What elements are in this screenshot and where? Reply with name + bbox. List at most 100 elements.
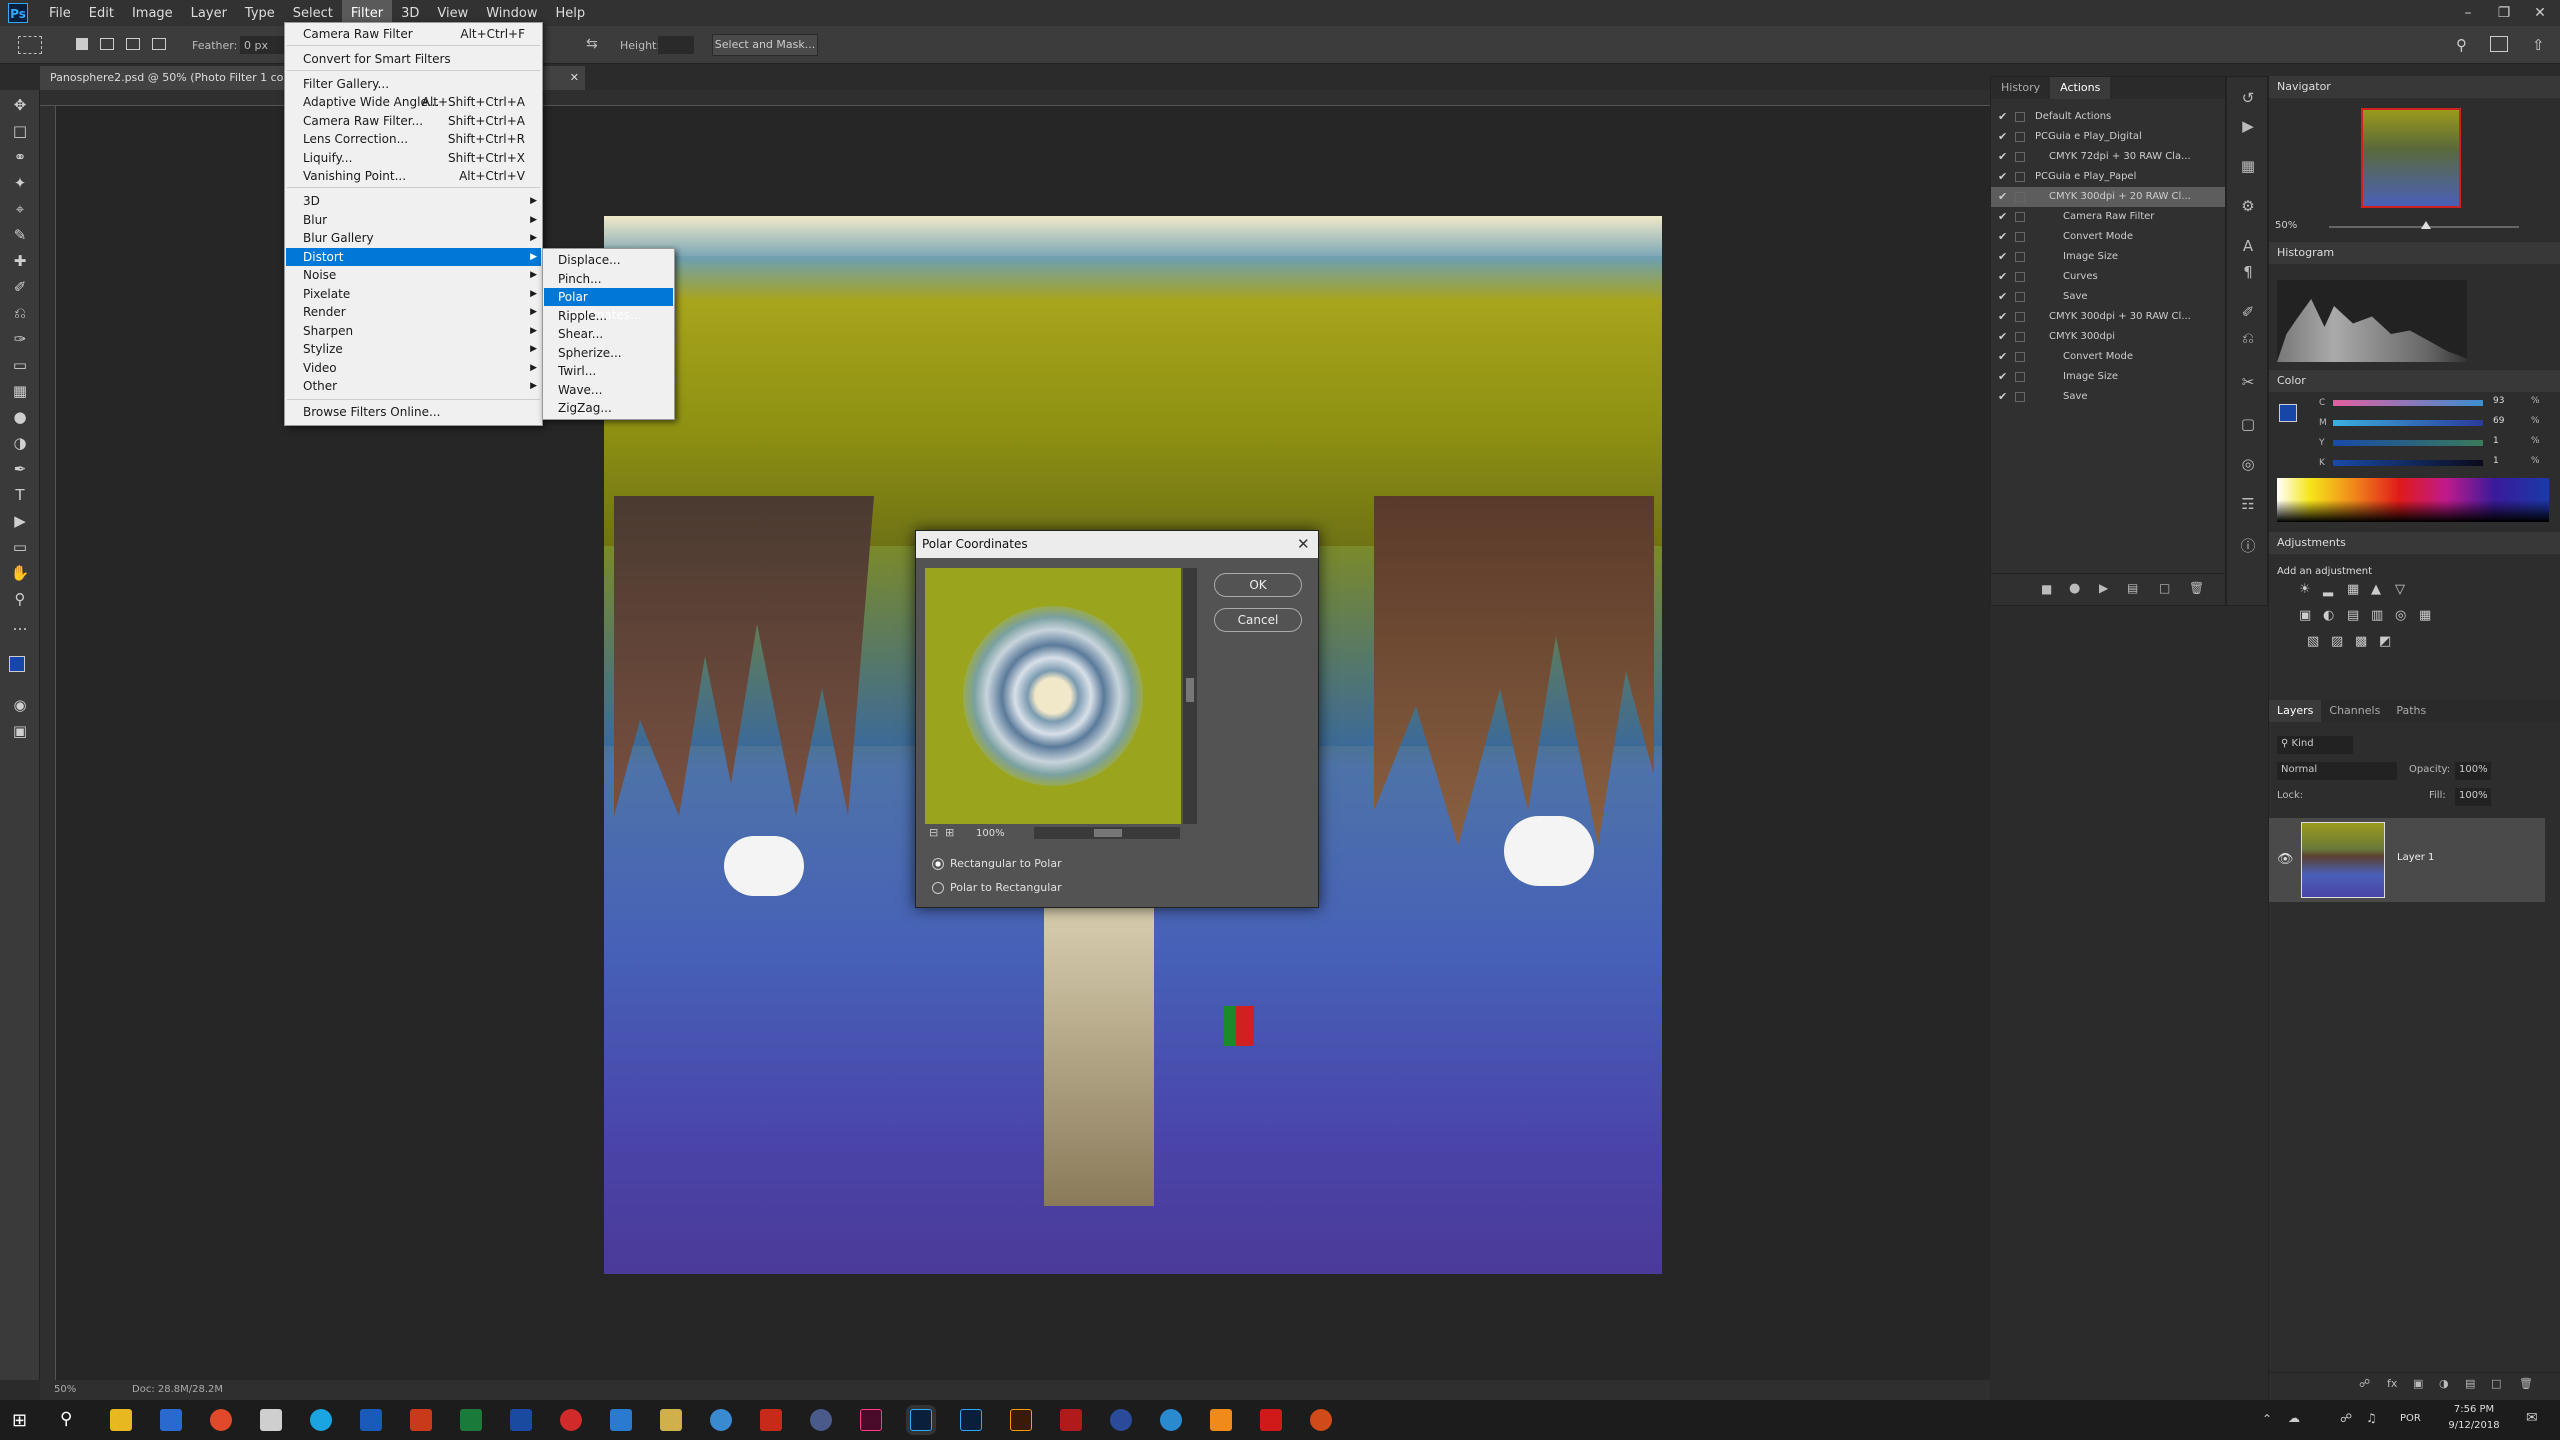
photoshop-logo-icon[interactable]: Ps [8,3,28,23]
close-dialog-icon[interactable]: ✕ [1297,535,1310,553]
onedrive-icon[interactable] [710,1409,732,1431]
tray-cloud-icon[interactable]: ☁ [2288,1411,2300,1425]
crop-tool-icon[interactable]: ⌖ [8,198,32,220]
menu-item-sharpen[interactable]: Sharpen ▶ [286,322,541,340]
dropbox-icon[interactable] [610,1409,632,1431]
foreground-color-swatch[interactable] [9,656,25,672]
app2-icon[interactable] [1110,1409,1132,1431]
share-icon[interactable]: ⇧ [2532,36,2545,54]
action-row[interactable]: ✔ PCGuia e Play_Digital [1991,127,2225,147]
stop-icon[interactable]: ■ [2041,582,2052,596]
new-selection-icon[interactable] [76,38,88,50]
channel-k-value[interactable]: 1 [2493,456,2499,466]
clone-source-icon[interactable]: ⎌ [2237,329,2259,351]
add-selection-icon[interactable] [100,38,114,50]
menu-item-camera-raw-last[interactable]: Camera Raw Filter Alt+Ctrl+F [286,25,541,43]
trash-icon[interactable]: 🗑 [2519,1377,2533,1390]
preview-horizontal-scrollbar[interactable] [1034,827,1180,839]
tab-actions[interactable]: Actions [2050,77,2111,99]
notifications-icon[interactable]: ✉ [2526,1410,2538,1426]
screen-mode-icon[interactable]: ▣ [8,720,32,742]
menu-item-vanishing-point[interactable]: Vanishing Point... Alt+Ctrl+V [286,167,541,185]
adjustment-icon[interactable]: ▦ [2347,582,2359,597]
menu-item-distort[interactable]: Distort ▶ [286,248,541,266]
dialog-toggle-box[interactable] [2015,192,2025,202]
netflix-icon[interactable] [1260,1409,1282,1431]
color-spectrum[interactable] [2277,478,2549,522]
dialog-toggle-box[interactable] [2015,352,2025,362]
menu-edit[interactable]: Edit [80,0,123,26]
menu-item-liquify[interactable]: Liquify... Shift+Ctrl+X [286,149,541,167]
select-and-mask-button[interactable]: Select and Mask... [712,34,818,56]
healing-brush-icon[interactable]: ✚ [8,250,32,272]
menu-item-render[interactable]: Render ▶ [286,303,541,321]
menu-item-convert-smart[interactable]: Convert for Smart Filters [286,50,541,68]
slider-thumb[interactable] [2421,221,2431,229]
actions-panel-icon[interactable]: ▶ [2237,117,2259,139]
excel-icon[interactable] [460,1409,482,1431]
menu-layer[interactable]: Layer [182,0,236,26]
tray-date[interactable]: 9/12/2018 [2444,1420,2504,1431]
adjustment-icon[interactable]: ☀ [2299,582,2311,597]
history-panel-icon[interactable]: ↺ [2237,89,2259,111]
channel-y-value[interactable]: 1 [2493,436,2499,446]
tab-history[interactable]: History [1991,77,2050,99]
photoshop-active-icon[interactable] [910,1409,932,1431]
layer-filter-kind[interactable]: ⚲ Kind [2277,736,2353,754]
channel-c-slider[interactable] [2333,400,2483,406]
restore-icon[interactable]: ❐ [2486,0,2522,26]
adjustment-icon[interactable]: ▨ [2331,634,2343,649]
height-input[interactable] [658,36,694,54]
subtract-selection-icon[interactable] [126,38,140,50]
filezilla-icon[interactable] [760,1409,782,1431]
submenu-pinch[interactable]: Pinch... [544,270,673,288]
submenu-shear[interactable]: Shear... [544,325,673,343]
adjustment-layer-icon[interactable]: ◑ [2439,1377,2449,1390]
check-icon[interactable]: ✔ [1998,367,2007,387]
quick-mask-icon[interactable]: ◉ [8,694,32,716]
check-icon[interactable]: ✔ [1998,307,2007,327]
dialog-toggle-box[interactable] [2015,232,2025,242]
adjustment-icon[interactable]: ▧ [2307,634,2319,649]
adjustment-icon[interactable]: ▲ [2371,582,2381,597]
submenu-wave[interactable]: Wave... [544,381,673,399]
dialog-toggle-box[interactable] [2015,112,2025,122]
action-row[interactable]: ✔ Save [1991,387,2225,407]
adjustment-icon[interactable]: ▥ [2371,608,2383,623]
action-row[interactable]: ✔ CMYK 300dpi + 30 RAW Cl... [1991,307,2225,327]
group-icon[interactable]: ▤ [2465,1377,2475,1390]
menu-item-blur[interactable]: Blur ▶ [286,211,541,229]
store-icon[interactable] [160,1409,182,1431]
chrome-icon[interactable] [210,1409,232,1431]
dialog-toggle-box[interactable] [2015,152,2025,162]
learn-icon[interactable]: ◎ [2237,455,2259,477]
action-row[interactable]: ✔ Convert Mode [1991,227,2225,247]
link-layers-icon[interactable]: ☍ [2359,1377,2370,1390]
channel-k-slider[interactable] [2333,460,2483,466]
dialog-toggle-box[interactable] [2015,132,2025,142]
history-brush-icon[interactable]: ✑ [8,328,32,350]
color-fg-swatch[interactable] [2279,404,2297,422]
visibility-eye-icon[interactable]: 👁 [2277,852,2294,867]
mask-icon[interactable]: ▣ [2413,1377,2423,1390]
submenu-displace[interactable]: Displace... [544,251,673,269]
channel-c-value[interactable]: 93 [2493,396,2504,406]
menu-item-camera-raw[interactable]: Camera Raw Filter... Shift+Ctrl+A [286,112,541,130]
delete-icon[interactable]: 🗑 [2189,581,2204,595]
preview-vertical-scrollbar[interactable] [1183,568,1197,824]
status-zoom[interactable]: 50% [54,1384,76,1395]
tab-paths[interactable]: Paths [2388,700,2434,722]
file-explorer-icon[interactable] [110,1409,132,1431]
check-icon[interactable]: ✔ [1998,207,2007,227]
check-icon[interactable]: ✔ [1998,347,2007,367]
rectangle-tool-icon[interactable]: ▭ [8,536,32,558]
adjustment-icon[interactable]: ▂ [2323,582,2333,597]
menu-item-lens-correction[interactable]: Lens Correction... Shift+Ctrl+R [286,130,541,148]
brush-tool-icon[interactable]: ✐ [8,276,32,298]
check-icon[interactable]: ✔ [1998,187,2007,207]
filter-preview[interactable] [925,568,1181,824]
status-doc-size[interactable]: Doc: 28.8M/28.2M [132,1384,223,1395]
libraries-icon[interactable]: ☶ [2237,495,2259,517]
paragraph-panel-icon[interactable]: ¶ [2237,263,2259,285]
more-tools-icon[interactable]: … [8,614,32,636]
